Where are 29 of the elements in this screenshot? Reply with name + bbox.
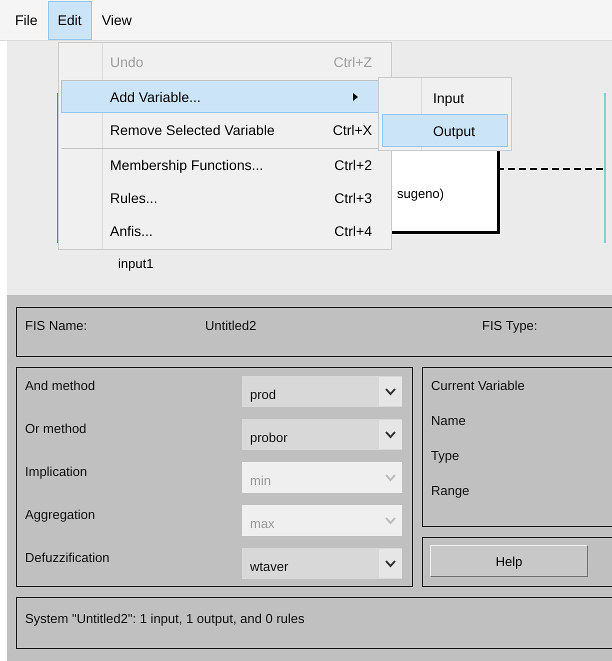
submenu-arrow-icon [353,92,358,100]
method-label: And method [25,378,96,393]
chevron-down-icon [385,388,396,396]
help-button[interactable]: Help [430,545,588,577]
variable-field-label: Name [431,413,467,428]
method-dropdown[interactable]: probor [242,419,402,450]
system-type-text: sugeno) [397,186,444,201]
variable-field-label: Type [431,448,460,463]
method-dropdown[interactable]: wtaver [242,548,402,579]
method-label: Or method [25,421,86,436]
method-label: Implication [25,464,88,479]
fis-type-label: FIS Type: [482,318,538,333]
input-label: input1 [118,256,154,271]
current-variable-title: Current Variable [431,378,526,393]
method-label: Aggregation [25,507,96,522]
chevron-down-icon [385,560,396,568]
method-dropdown[interactable]: prod [242,376,402,407]
chevron-down-icon [385,430,396,438]
chevron-down-icon [385,516,396,524]
status-text: System "Untitled2": 1 input, 1 output, and 0 rules [25,611,304,626]
chevron-down-icon [385,474,396,482]
variable-field-label: Range [431,483,470,498]
menu-title[interactable]: View [92,0,142,40]
menu-title[interactable]: Edit [48,0,92,40]
menu-title[interactable]: File [5,0,48,40]
fis-name-label: FIS Name: [25,318,88,333]
menu-item[interactable]: Output [382,114,508,147]
fis-name-value: Untitled2 [205,318,258,333]
method-label: Defuzzification [25,550,110,565]
